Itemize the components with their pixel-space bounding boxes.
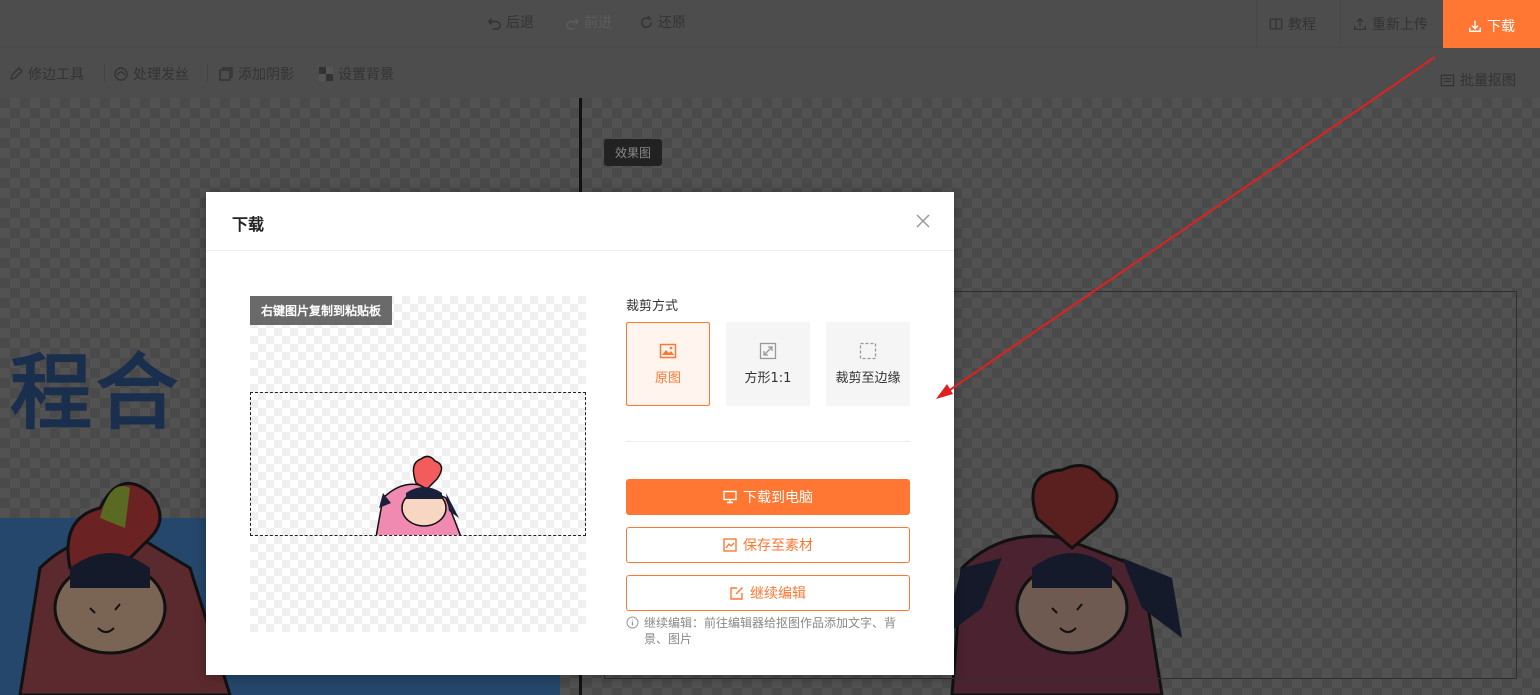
close-icon[interactable] [914,212,932,230]
crop-square-label: 方形1:1 [744,371,792,386]
trim-tool-label: 修边工具 [28,67,84,83]
batch-icon [1440,74,1455,86]
crop-original-label: 原图 [654,371,681,386]
edit-icon [730,587,743,600]
undo-button[interactable]: 后退 [487,12,534,32]
copy-tip: 右键图片复制到粘贴板 [250,296,393,325]
expand-icon [759,342,777,360]
reupload-label: 重新上传 [1372,17,1428,33]
batch-cutout-label: 批量抠图 [1460,73,1516,89]
hair-tool-button[interactable]: 处理发丝 [113,64,189,84]
preview-illustration [375,455,462,535]
tutorial-button[interactable]: 教程 [1256,0,1328,48]
crop-original-option[interactable]: 原图 [626,322,710,406]
download-top-label: 下载 [1487,19,1515,35]
restore-label: 还原 [658,15,686,31]
upload-icon [1354,17,1366,30]
effect-tag: 效果图 [604,139,663,166]
undo-label: 后退 [506,15,534,31]
trim-tool-button[interactable]: 修边工具 [8,64,84,84]
material-icon [723,538,737,552]
image-icon [659,343,677,359]
checker-icon [319,67,333,81]
tutorial-label: 教程 [1288,17,1316,33]
redo-button[interactable]: 前进 [565,12,612,32]
save-to-material-button[interactable]: 保存至素材 [626,527,910,563]
redo-icon [566,17,580,30]
pencil-icon [10,67,23,80]
hair-tool-label: 处理发丝 [133,67,189,83]
save-to-material-label: 保存至素材 [743,538,813,554]
shadow-icon [219,67,233,81]
shadow-tool-label: 添加阴影 [238,67,294,83]
continue-edit-button[interactable]: 继续编辑 [626,575,910,611]
download-icon [1469,20,1481,32]
restore-icon [641,15,652,28]
dialog-header: 下载 [206,192,954,251]
top-bar: 后退 前进 还原 教程 重新上传 下载 [0,0,1540,52]
section-divider [626,441,910,442]
continue-edit-note-text: 继续编辑：前往编辑器给抠图作品添加文字、背景、图片 [644,616,897,646]
continue-edit-note: 继续编辑：前往编辑器给抠图作品添加文字、背景、图片 [626,615,916,647]
shadow-tool-button[interactable]: 添加阴影 [218,64,294,84]
background-tool-button[interactable]: 设置背景 [318,64,394,84]
crop-edge-option[interactable]: 裁剪至边缘 [826,322,910,406]
crop-square-option[interactable]: 方形1:1 [726,322,810,406]
crop-box [250,392,586,536]
book-icon [1269,18,1283,30]
background-tool-label: 设置背景 [338,67,394,83]
toolbar-divider [207,64,208,82]
download-to-pc-button[interactable]: 下载到电脑 [626,479,910,515]
dashed-square-icon [859,342,877,360]
crop-mode-label: 裁剪方式 [626,299,679,314]
hair-icon [114,67,128,81]
restore-button[interactable]: 还原 [639,12,686,32]
dialog-title: 下载 [232,215,265,234]
download-to-pc-label: 下载到电脑 [743,490,813,506]
reupload-button[interactable]: 重新上传 [1340,0,1440,48]
batch-cutout-button[interactable]: 批量抠图 [1440,70,1516,90]
continue-edit-label: 继续编辑 [750,586,806,602]
download-preview[interactable]: 右键图片复制到粘贴板 [250,296,586,632]
redo-label: 前进 [584,15,612,31]
info-icon [626,616,639,629]
download-top-button[interactable]: 下载 [1443,0,1540,52]
download-dialog: 下载 右键图片复制到粘贴板 裁剪方式 原图 方形1:1 裁剪至边缘 下载到电脑 … [206,192,954,675]
undo-icon [487,17,501,30]
toolbar-divider [104,64,105,82]
monitor-icon [723,490,737,504]
crop-edge-label: 裁剪至边缘 [835,371,901,386]
